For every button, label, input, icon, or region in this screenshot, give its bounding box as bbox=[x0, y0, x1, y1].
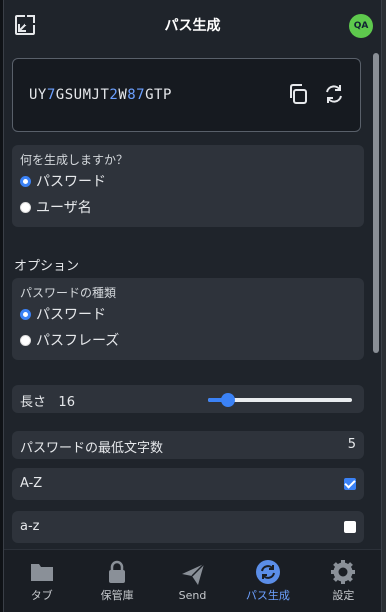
password-letters: GTP bbox=[145, 87, 172, 103]
min-chars-label: パスワードの最低文字数 bbox=[20, 441, 164, 456]
radio-button[interactable] bbox=[20, 308, 31, 320]
charset-label: A-Z bbox=[20, 476, 43, 491]
radio-password[interactable]: パスワード bbox=[20, 171, 106, 191]
radio-password-type[interactable]: パスワード bbox=[20, 304, 106, 324]
folder-icon bbox=[30, 564, 53, 581]
scrollbar-thumb[interactable] bbox=[373, 53, 379, 353]
length-slider[interactable] bbox=[208, 393, 352, 407]
tab-label: パス生成 bbox=[245, 589, 290, 602]
min-chars-value[interactable]: 5 bbox=[348, 437, 356, 452]
generated-password: UY7GSUMJT2W87GTP bbox=[29, 87, 172, 103]
password-digit: 7 bbox=[46, 87, 56, 103]
password-letters: UY bbox=[29, 87, 47, 103]
radio-label: ユーザ名 bbox=[36, 200, 92, 216]
gear-icon bbox=[331, 560, 356, 584]
tab-label: 設定 bbox=[332, 589, 355, 602]
popout-icon[interactable] bbox=[14, 14, 36, 36]
avatar[interactable]: QA bbox=[349, 14, 373, 38]
generate-icon bbox=[255, 560, 280, 584]
generator-content: UY7GSUMJT2W87GTP 何を生成しますか？ パスワード ユーザ名 オプ… bbox=[4, 50, 374, 548]
length-value: 16 bbox=[58, 395, 75, 410]
copy-icon[interactable] bbox=[287, 83, 309, 105]
lowercase-checkbox[interactable] bbox=[344, 521, 356, 533]
tab-label: 保管庫 bbox=[100, 589, 134, 602]
generate-type-card: 何を生成しますか？ パスワード ユーザ名 bbox=[12, 145, 364, 227]
radio-button[interactable] bbox=[20, 175, 31, 187]
radio-passphrase-type[interactable]: パスフレーズ bbox=[20, 330, 119, 350]
generate-type-label: 何を生成しますか？ bbox=[20, 153, 129, 167]
radio-label: パスフレーズ bbox=[36, 333, 120, 349]
radio-username[interactable]: ユーザ名 bbox=[20, 197, 92, 217]
regenerate-icon[interactable] bbox=[323, 83, 345, 105]
length-row: 長さ 16 bbox=[12, 385, 364, 413]
tab-tabs[interactable]: タブ bbox=[4, 550, 79, 612]
header: パス生成 QA bbox=[4, 0, 381, 50]
charset-label: a-z bbox=[20, 519, 40, 534]
charset-uppercase-row: A-Z bbox=[12, 468, 364, 500]
options-heading: オプション bbox=[14, 259, 80, 274]
tab-label: Send bbox=[178, 588, 207, 602]
page-title: パス生成 bbox=[164, 18, 221, 34]
radio-button[interactable] bbox=[20, 201, 31, 213]
password-digit: 87 bbox=[127, 87, 146, 103]
charset-lowercase-row: a-z bbox=[12, 511, 364, 543]
tab-generator[interactable]: パス生成 bbox=[230, 550, 305, 612]
lock-icon bbox=[109, 560, 126, 583]
scrollbar[interactable] bbox=[373, 50, 379, 548]
password-type-card: パスワードの種類 パスワード パスフレーズ bbox=[12, 278, 364, 360]
tab-vault[interactable]: 保管庫 bbox=[79, 550, 154, 612]
paper-plane-icon bbox=[181, 562, 205, 585]
password-letters: GSUMJT bbox=[55, 87, 110, 103]
password-letters: W bbox=[118, 87, 128, 103]
tab-send[interactable]: Send bbox=[155, 550, 230, 612]
generated-password-box: UY7GSUMJT2W87GTP bbox=[12, 58, 361, 132]
tab-label: タブ bbox=[30, 589, 53, 602]
slider-thumb[interactable] bbox=[221, 393, 236, 407]
radio-label: パスワード bbox=[36, 307, 106, 323]
radio-button[interactable] bbox=[20, 334, 31, 346]
tab-settings[interactable]: 設定 bbox=[306, 550, 381, 612]
password-type-label: パスワードの種類 bbox=[20, 286, 117, 300]
password-digit: 2 bbox=[109, 87, 119, 103]
length-label: 長さ 16 bbox=[20, 395, 75, 410]
radio-label: パスワード bbox=[36, 174, 106, 190]
bottom-tab-bar: タブ 保管庫 Send パス生成 設定 bbox=[4, 549, 381, 612]
extension-popup: パス生成 QA UY7GSUMJT2W87GTP 何を生成しますか？ パスワード bbox=[3, 0, 382, 612]
uppercase-checkbox[interactable] bbox=[344, 478, 356, 490]
min-chars-row: パスワードの最低文字数 5 bbox=[12, 431, 364, 459]
